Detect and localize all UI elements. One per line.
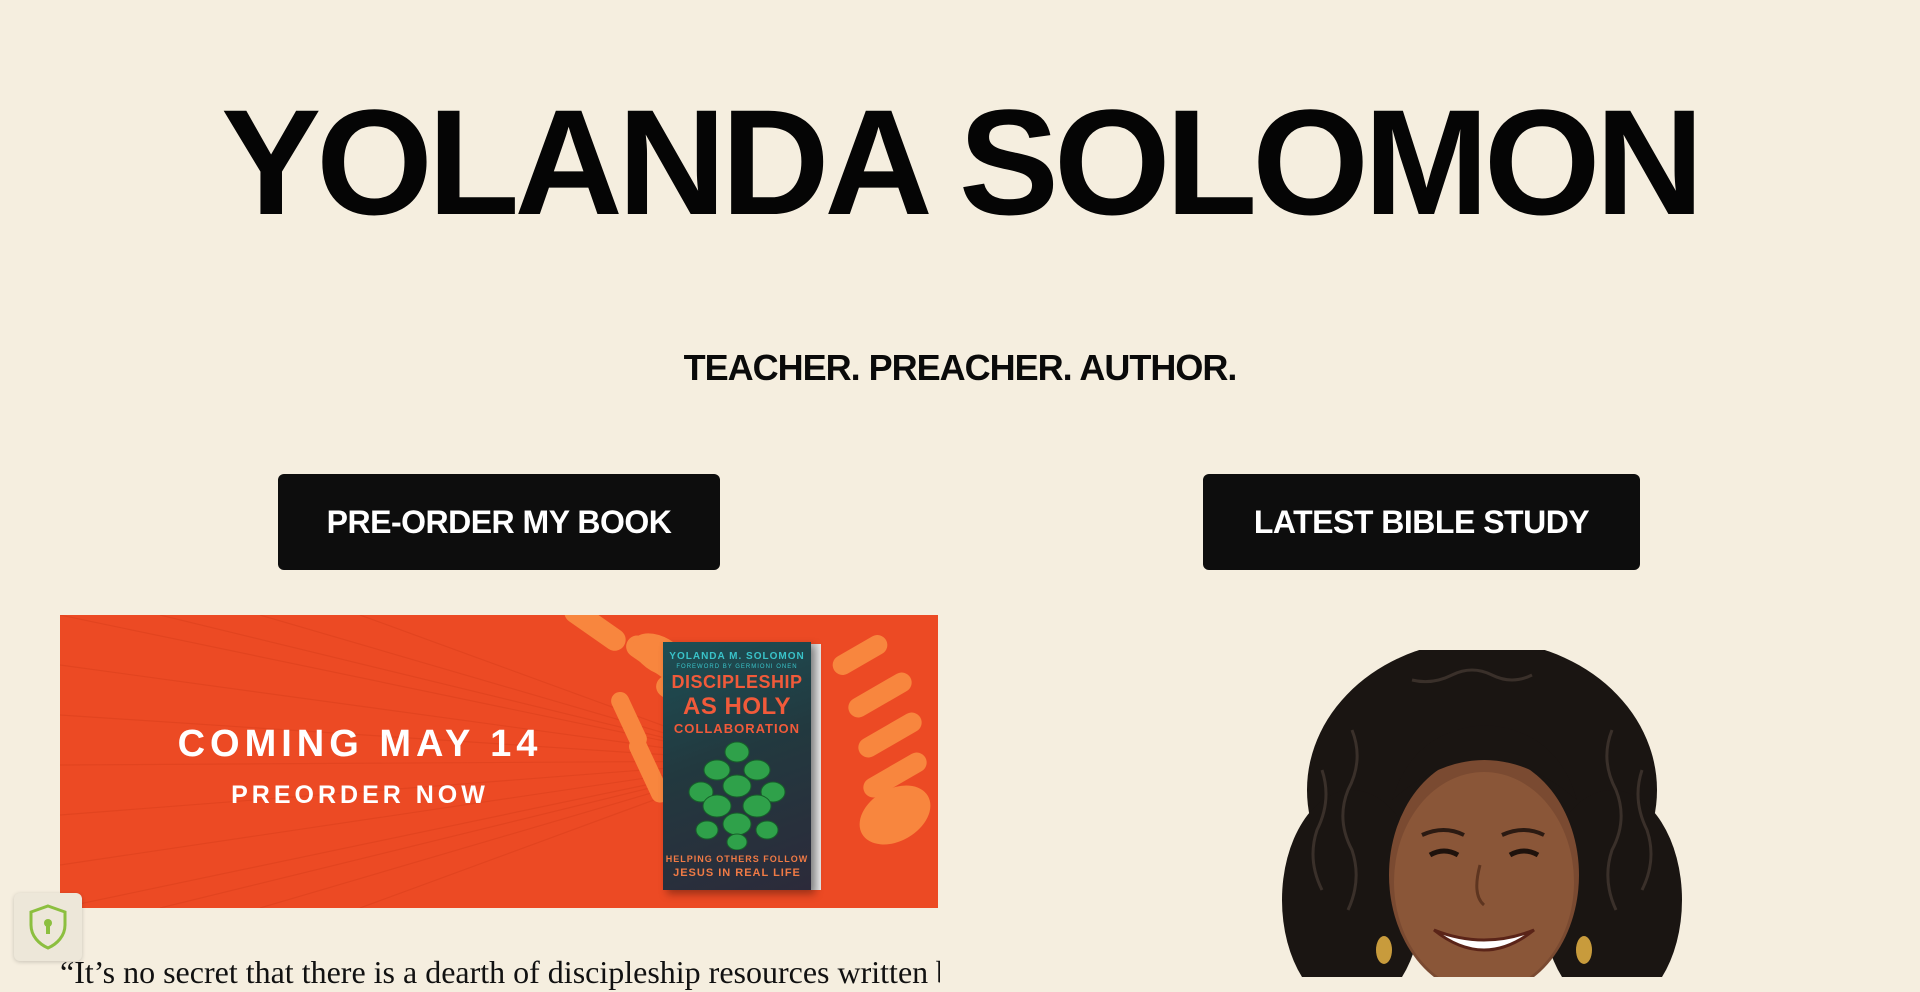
book-cover: YOLANDA M. SOLOMON FOREWORD BY GERMIONI …: [663, 642, 811, 890]
book-author: YOLANDA M. SOLOMON: [669, 651, 805, 662]
book-subtitle-line: HELPING OTHERS FOLLOW: [665, 854, 809, 864]
latest-bible-study-button[interactable]: LATEST BIBLE STUDY: [1203, 474, 1640, 570]
privacy-settings-button[interactable]: [14, 893, 82, 961]
book-title-line: AS HOLY: [683, 693, 791, 720]
banner-subheadline: PREORDER NOW: [231, 781, 489, 809]
shield-lock-icon: [29, 904, 67, 950]
book-cover-image: YOLANDA M. SOLOMON FOREWORD BY GERMIONI …: [663, 642, 821, 892]
book-title-line: DISCIPLESHIP: [671, 672, 803, 692]
banner-headline: COMING MAY 14: [177, 723, 543, 765]
book-leaf-art: [688, 741, 786, 850]
book-title-line: COLLABORATION: [673, 721, 801, 736]
tagline: TEACHER. PREACHER. AUTHOR.: [683, 347, 1238, 388]
author-portrait: [1282, 650, 1682, 977]
site-title: YOLANDA SOLOMON: [221, 78, 1704, 246]
book-preorder-banner[interactable]: COMING MAY 14 PREORDER NOW YOLANDA M. SO…: [60, 615, 938, 908]
preorder-book-button[interactable]: PRE-ORDER MY BOOK: [278, 474, 720, 570]
book-subtitle-line: JESUS IN REAL LIFE: [673, 867, 801, 879]
intro-quote: “It’s no secret that there is a dearth o…: [60, 954, 940, 990]
book-foreword: FOREWORD BY GERMIONI ONEN: [676, 664, 798, 670]
